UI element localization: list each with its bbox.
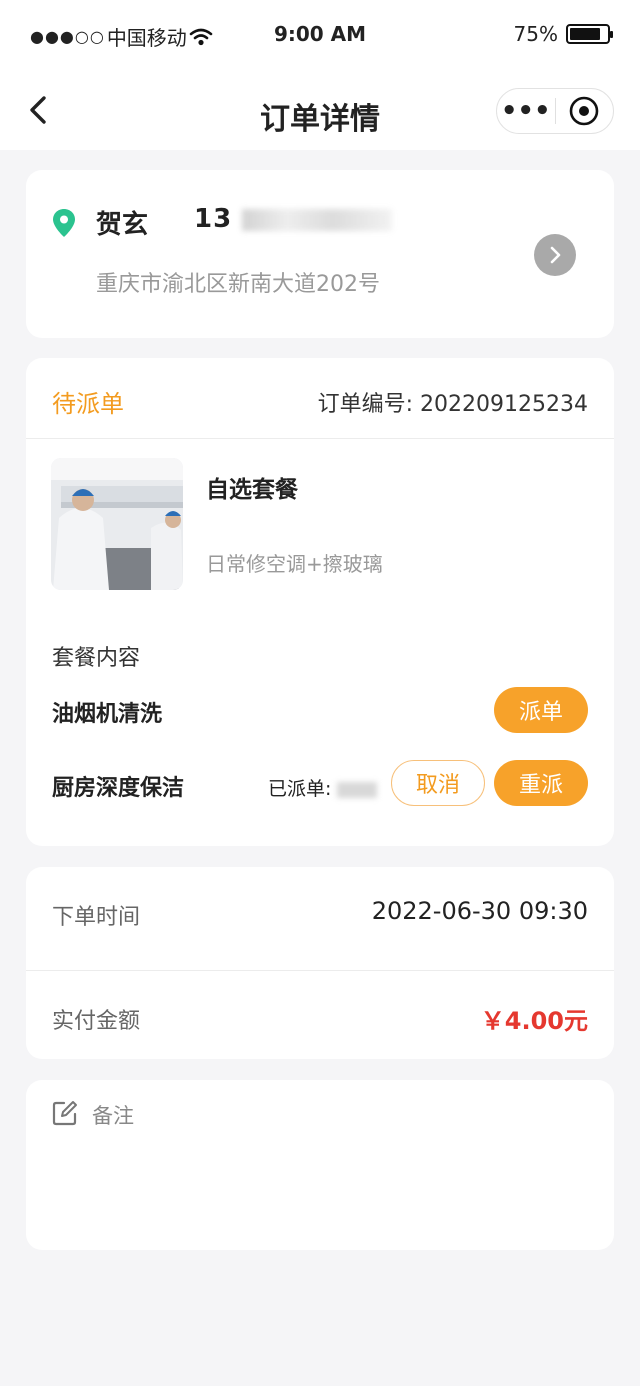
battery-info: 75%: [513, 22, 613, 46]
order-time-label: 下单时间: [52, 905, 141, 930]
status-bar: ●●●○○ 中国移动 9:00 AM 75%: [0, 0, 640, 70]
contact-name: 贺玄: [96, 210, 149, 240]
contact-phone: 13: [194, 204, 393, 234]
navigation-bar: 订单详情 •••: [0, 70, 640, 150]
order-divider: [26, 438, 614, 439]
phone-blurred-part: [242, 208, 393, 231]
order-time-value: 2022-06-30 09:30: [371, 897, 588, 925]
dispatch-button[interactable]: 派单: [494, 687, 588, 733]
more-menu-button[interactable]: •••: [497, 98, 555, 124]
assigned-worker: 已派单:: [268, 774, 378, 801]
package-description: 日常修空调+擦玻璃: [206, 552, 383, 576]
battery-icon: [566, 24, 613, 44]
package-title: 自选套餐: [206, 477, 298, 503]
mini-program-capsule: •••: [496, 88, 614, 134]
paid-amount-label: 实付金额: [52, 1009, 141, 1034]
package-content-label: 套餐内容: [52, 646, 141, 671]
package-item-name: 油烟机清洗: [52, 702, 163, 727]
package-thumbnail: [51, 458, 183, 590]
order-info-card: 下单时间 2022-06-30 09:30 实付金额 ￥4.00元: [26, 867, 614, 1059]
target-icon: [569, 96, 599, 126]
edit-icon: [52, 1101, 77, 1126]
note-card[interactable]: 备注: [26, 1080, 614, 1250]
assigned-name-blurred: [337, 781, 378, 798]
info-divider: [26, 970, 614, 971]
paid-amount-value: ￥4.00元: [480, 1007, 588, 1035]
order-number: 订单编号: 202209125234: [318, 386, 588, 418]
order-number-label: 订单编号:: [317, 392, 414, 417]
address-card[interactable]: 贺玄 13 重庆市渝北区新南大道202号: [26, 170, 614, 338]
order-number-value: 202209125234: [420, 392, 588, 417]
order-card: 待派单 订单编号: 202209125234 自选套餐 日常修空调+擦玻璃 套餐…: [26, 358, 614, 846]
note-label: 备注: [92, 1104, 134, 1128]
service-address: 重庆市渝北区新南大道202号: [96, 272, 380, 297]
cancel-dispatch-button[interactable]: 取消: [391, 760, 485, 806]
location-pin-icon: [53, 209, 75, 237]
package-item-name: 厨房深度保洁: [52, 776, 185, 801]
close-program-button[interactable]: [555, 95, 613, 127]
order-status: 待派单: [52, 390, 124, 418]
reassign-button[interactable]: 重派: [494, 760, 588, 806]
service-photo: [51, 458, 183, 590]
address-detail-button[interactable]: [534, 234, 576, 276]
chevron-right-icon: [550, 246, 561, 264]
battery-percent: 75%: [513, 22, 558, 46]
assigned-label: 已派单:: [268, 778, 332, 800]
phone-visible-part: 13: [194, 204, 233, 234]
